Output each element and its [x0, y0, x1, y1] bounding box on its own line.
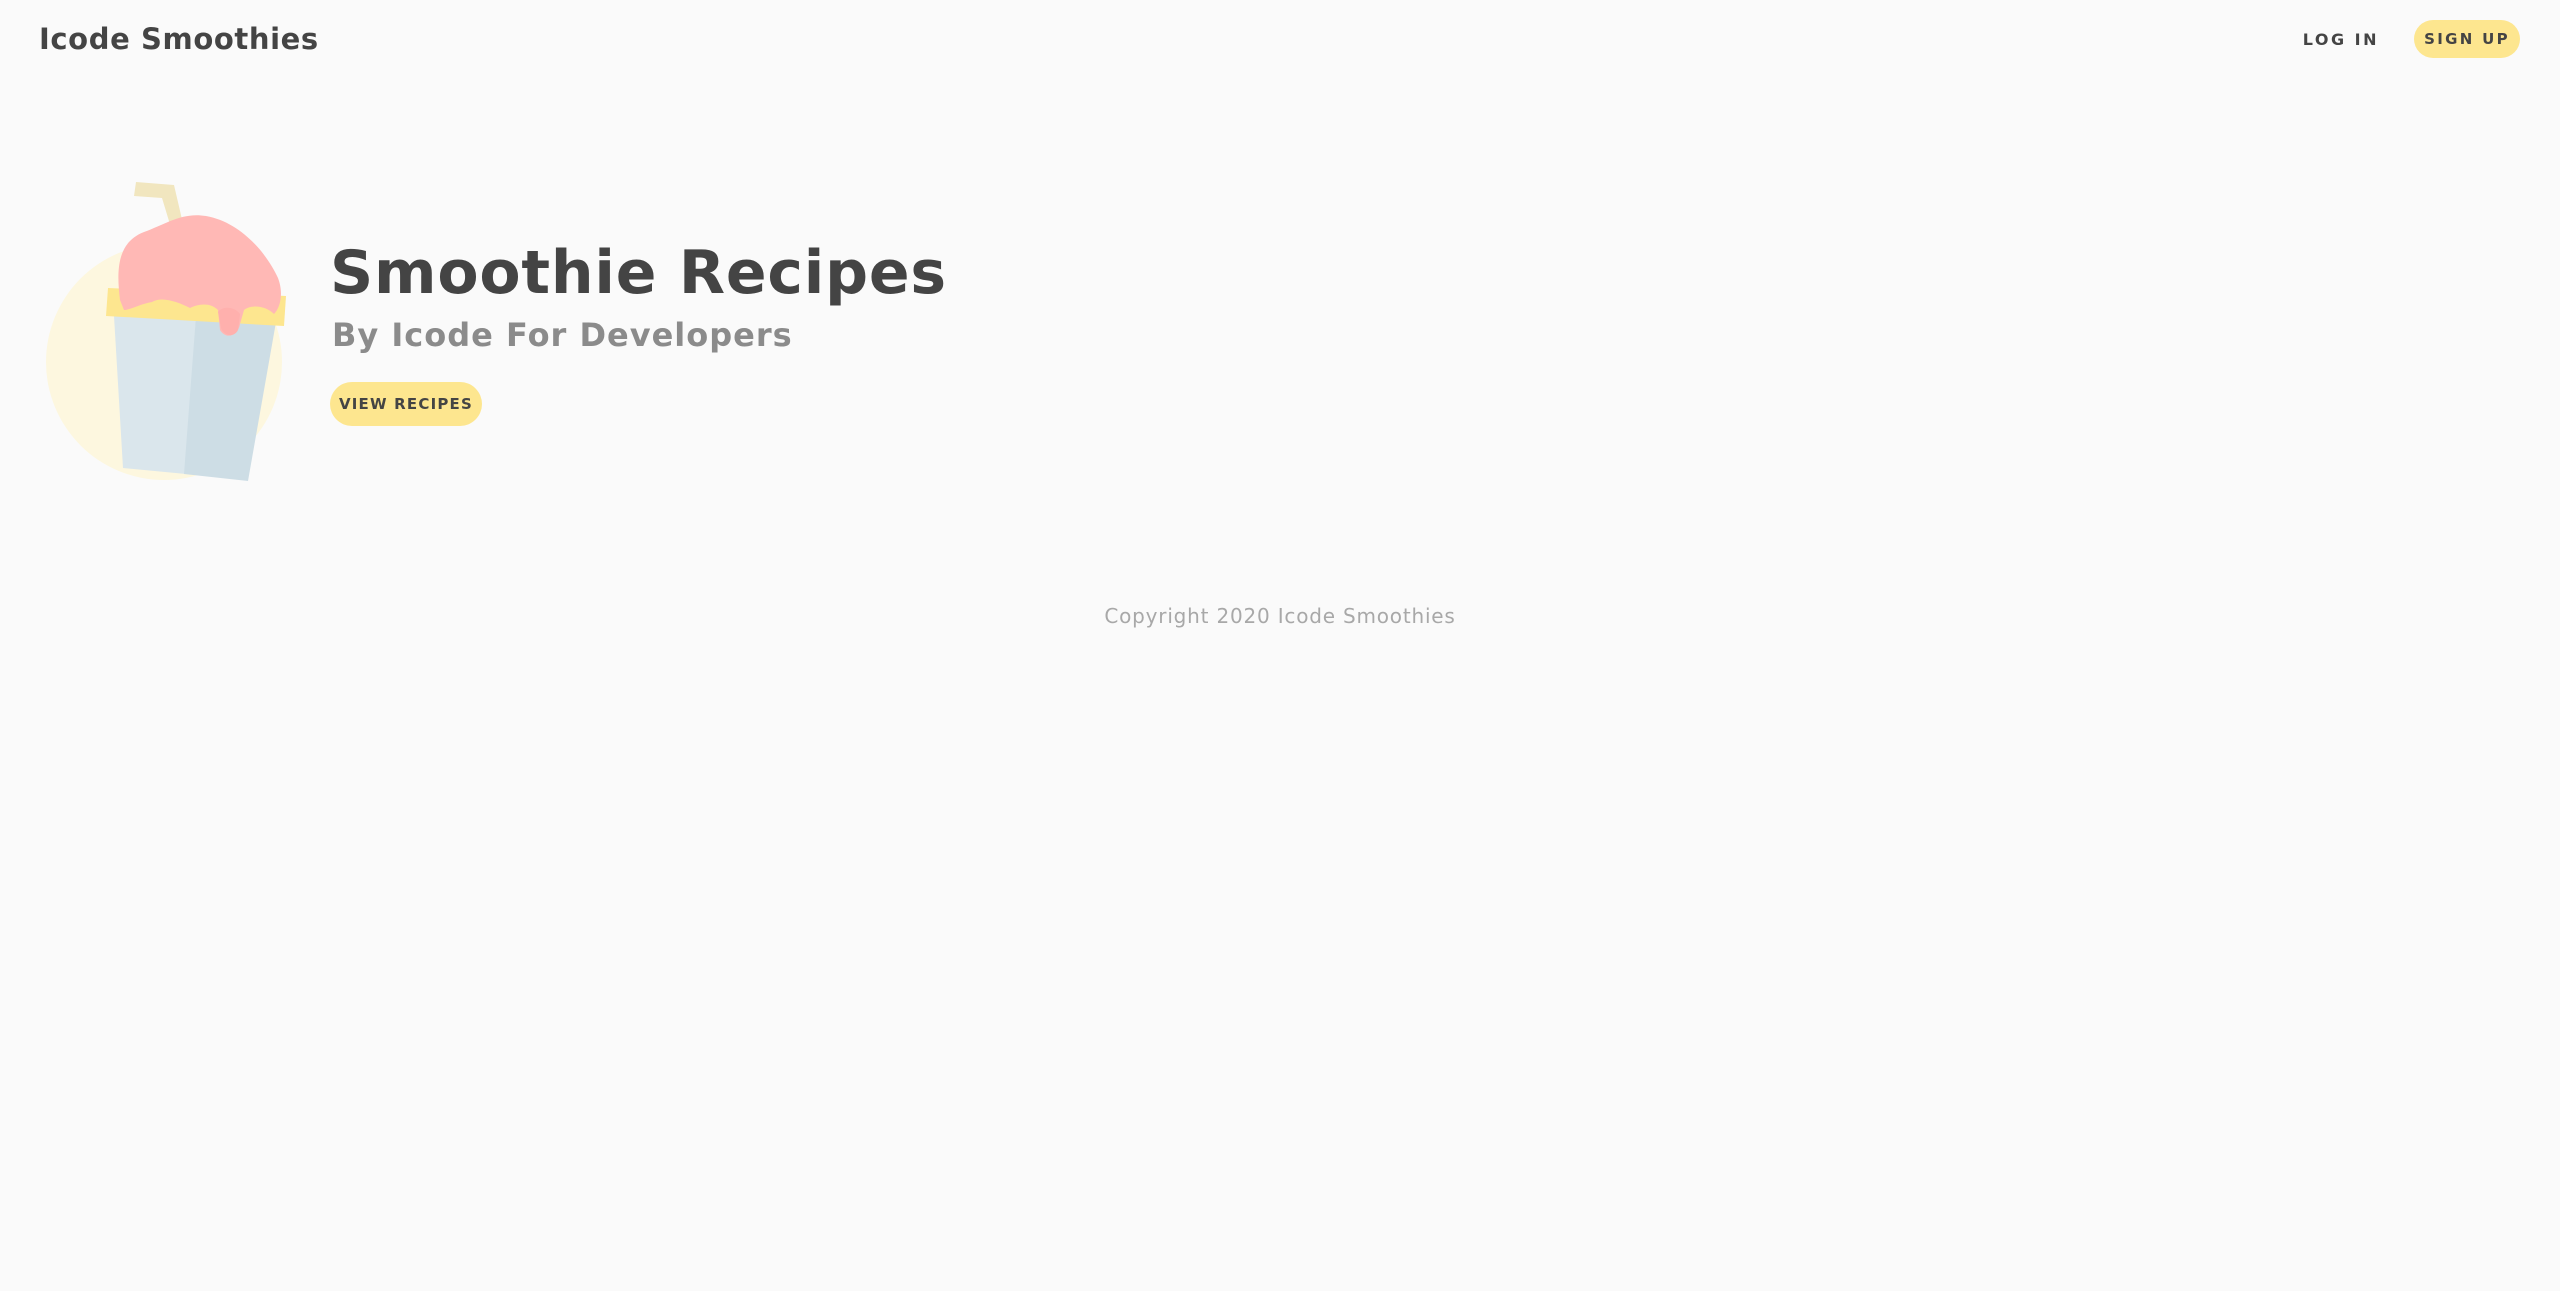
page-title: Smoothie Recipes [330, 238, 947, 308]
hero-section: Smoothie Recipes By Icode For Developers… [0, 170, 2560, 490]
brand-logo[interactable]: Icode Smoothies [39, 22, 319, 56]
view-recipes-button[interactable]: VIEW RECIPES [330, 382, 482, 426]
hero-text: Smoothie Recipes By Icode For Developers… [330, 240, 947, 426]
nav-links: LOG IN SIGN UP [2303, 20, 2520, 58]
navbar: Icode Smoothies LOG IN SIGN UP [0, 0, 2560, 82]
cup-right [184, 316, 276, 481]
hero-subtitle: By Icode For Developers [332, 316, 793, 354]
copyright-text: Copyright 2020 Icode Smoothies [1104, 604, 1456, 628]
login-link[interactable]: LOG IN [2303, 30, 2379, 49]
cup-left [114, 316, 196, 474]
footer: Copyright 2020 Icode Smoothies [0, 604, 2560, 628]
smoothie-cup-icon [46, 182, 286, 481]
signup-button[interactable]: SIGN UP [2414, 20, 2520, 58]
